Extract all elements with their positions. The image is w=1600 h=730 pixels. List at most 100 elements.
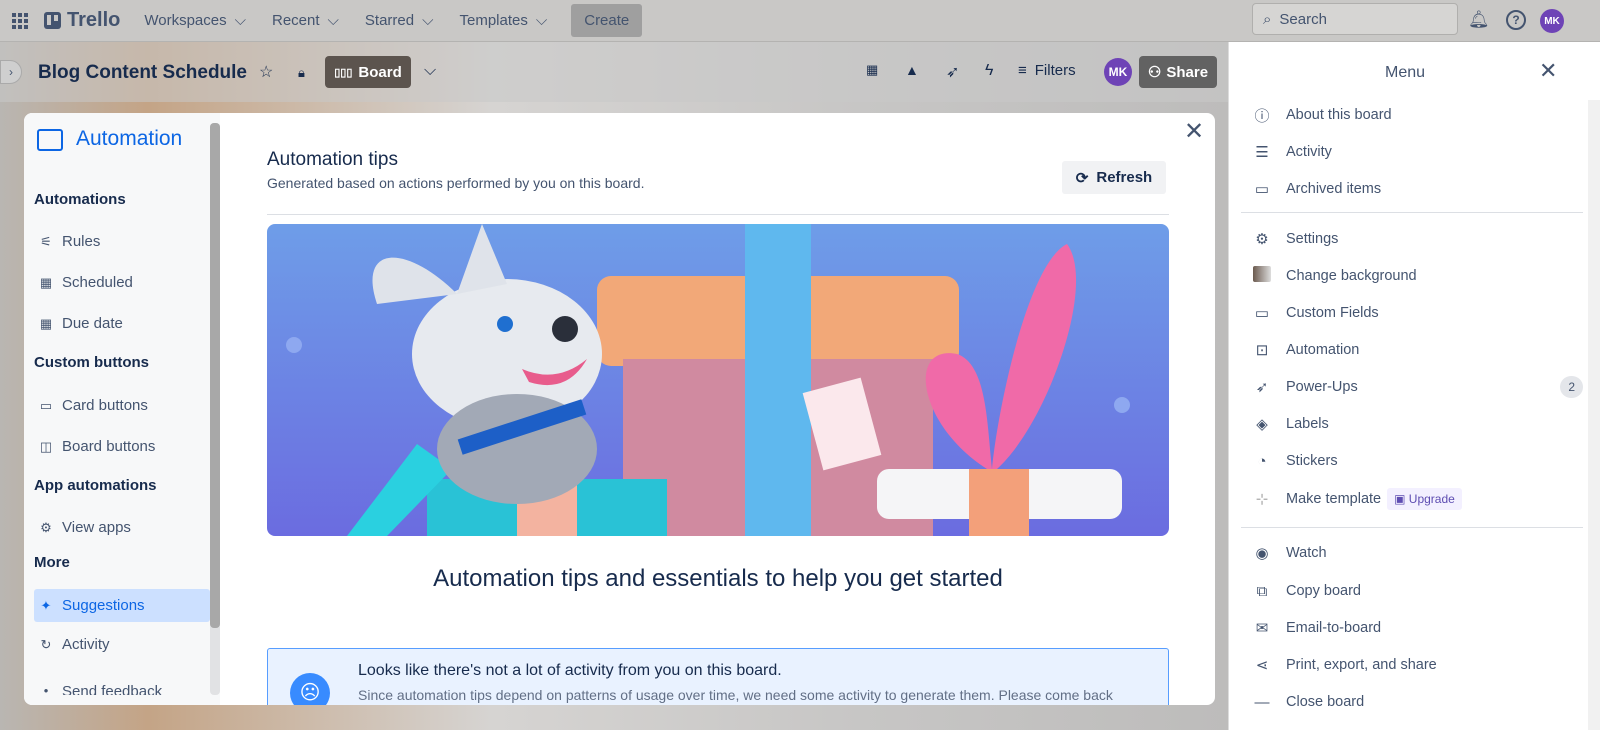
lock-icon[interactable]: 🔒︎	[298, 65, 305, 81]
menu-item-about[interactable]: ⓘ About this board	[1253, 100, 1583, 130]
menu-item-activity[interactable]: ☰ Activity	[1253, 137, 1583, 167]
menu-scrollbar[interactable]	[1588, 100, 1600, 730]
menu-item-settings[interactable]: ⚙ Settings	[1253, 224, 1583, 254]
refresh-icon: ↻	[40, 636, 52, 652]
nav-workspaces[interactable]: Workspaces ⌵	[144, 12, 246, 29]
sidebar-item-due-date[interactable]: ▦ Due date	[34, 307, 210, 340]
board-view-button[interactable]: ▯▯▯ Board	[325, 56, 411, 88]
search-input[interactable]: ⌕ Search	[1252, 3, 1458, 35]
sticker-icon: ◔	[1257, 452, 1267, 470]
refresh-label: Refresh	[1096, 169, 1153, 186]
nav-templates[interactable]: Templates ⌵	[459, 12, 547, 29]
minus-icon: —	[1254, 693, 1270, 711]
calendar-icon: ▦	[39, 315, 53, 331]
chevron-down-icon[interactable]: ⌵	[424, 62, 436, 80]
item-label: Activity	[62, 636, 110, 653]
automation-sidebar: Automation Automations ⚟ Rules ▦ Scheduled…	[24, 113, 220, 705]
nav-label: Starred	[364, 12, 415, 29]
briefcase-icon: ▣	[1394, 492, 1409, 506]
divider	[267, 214, 1169, 215]
notifications-icon[interactable]: 🔔︎	[1468, 10, 1490, 30]
sidebar-item-rules[interactable]: ⚟ Rules	[34, 225, 210, 258]
automation-robot-icon: ⊡	[1255, 342, 1269, 359]
menu-item-stickers[interactable]: ◔ Stickers	[1253, 446, 1583, 476]
menu-item-watch[interactable]: ◉ Watch	[1253, 538, 1583, 568]
menu-item-close-board[interactable]: — Close board	[1253, 687, 1583, 717]
background-thumbnail-icon	[1253, 266, 1271, 286]
calendar-icon[interactable]: ▦	[866, 62, 878, 78]
sidebar-item-board-buttons[interactable]: ◫ Board buttons	[34, 430, 210, 463]
menu-item-copy-board[interactable]: ⧉ Copy board	[1253, 576, 1583, 606]
app-switcher-icon[interactable]	[12, 12, 28, 29]
chevron-down-icon: ⌵	[535, 12, 548, 29]
rocket-icon: ➶	[1255, 379, 1269, 396]
item-label: Scheduled	[62, 274, 133, 291]
automation-modal: Automation Automations ⚟ Rules ▦ Scheduled…	[24, 113, 1215, 705]
upgrade-badge[interactable]: ▣ Upgrade	[1387, 488, 1462, 510]
menu-item-change-background[interactable]: Change background	[1253, 261, 1583, 291]
divider	[1241, 527, 1583, 528]
trello-icon	[44, 12, 61, 29]
archive-icon: ▭	[1254, 181, 1270, 198]
nav-starred[interactable]: Starred ⌵	[365, 12, 434, 29]
drive-icon[interactable]: ▲	[905, 62, 919, 78]
board-title[interactable]: Blog Content Schedule	[38, 62, 247, 84]
sidebar-scroll-thumb[interactable]	[210, 123, 220, 628]
automation-bolt-icon[interactable]: ϟ	[985, 62, 993, 80]
sidebar-item-card-buttons[interactable]: ▭ Card buttons	[34, 389, 210, 422]
item-label: Suggestions	[62, 597, 145, 614]
menu-label: Automation	[1286, 342, 1360, 358]
sidebar-item-scheduled[interactable]: ▦ Scheduled	[34, 266, 210, 299]
menu-label: Copy board	[1286, 583, 1361, 599]
section-app-automations: App automations	[34, 477, 157, 494]
upgrade-label: Upgrade	[1408, 492, 1455, 506]
menu-item-power-ups[interactable]: ➶ Power-Ups 2	[1253, 372, 1583, 402]
nav-label: Templates	[459, 12, 528, 29]
menu-item-email-to-board[interactable]: ✉ Email-to-board	[1253, 613, 1583, 643]
gear-icon: ⚙	[40, 519, 52, 535]
close-icon[interactable]: ✕	[1184, 117, 1204, 146]
user-avatar[interactable]: MK	[1540, 9, 1564, 33]
create-button[interactable]: Create	[571, 4, 643, 37]
sidebar-item-activity[interactable]: ↻ Activity	[34, 628, 210, 661]
menu-label: Power-Ups	[1286, 379, 1358, 395]
menu-item-make-template[interactable]: ⊹ Make template ▣ Upgrade	[1253, 484, 1583, 514]
filter-icon: ≡	[1018, 62, 1027, 79]
item-label: Due date	[62, 315, 123, 332]
filters-label: Filters	[1034, 62, 1076, 79]
star-icon[interactable]: ☆	[259, 62, 273, 82]
template-icon: ⊹	[1255, 491, 1269, 508]
activity-list-icon: ☰	[1255, 144, 1269, 161]
menu-label: Email-to-board	[1286, 620, 1382, 636]
menu-item-archived[interactable]: ▭ Archived items	[1253, 174, 1583, 204]
nav-label: Recent	[272, 12, 320, 29]
illustration-svg	[286, 224, 1130, 536]
refresh-button[interactable]: ⟳ Refresh	[1062, 161, 1166, 194]
close-menu-icon[interactable]: ✕	[1539, 58, 1557, 84]
gear-icon: ⚙	[1255, 231, 1269, 248]
menu-item-custom-fields[interactable]: ▭ Custom Fields	[1253, 298, 1583, 328]
share-button[interactable]: ⚇ Share	[1139, 56, 1217, 88]
board-view-label: Board	[358, 63, 402, 81]
item-label: Board buttons	[62, 438, 156, 455]
member-avatar[interactable]: MK	[1104, 58, 1132, 86]
nav-recent[interactable]: Recent ⌵	[272, 12, 339, 29]
eye-icon: ◉	[1255, 545, 1269, 562]
power-ups-icon[interactable]: ➶	[946, 62, 959, 82]
sidebar-item-suggestions[interactable]: ✦ Suggestions	[34, 589, 210, 622]
sliders-icon: ⚟	[40, 233, 52, 249]
menu-item-automation[interactable]: ⊡ Automation	[1253, 335, 1583, 365]
menu-label: Archived items	[1286, 181, 1382, 197]
menu-label: Change background	[1286, 268, 1417, 284]
menu-item-print-export-share[interactable]: ⋖ Print, export, and share	[1253, 650, 1583, 680]
help-icon[interactable]: ?	[1506, 10, 1526, 30]
tips-subtitle: Generated based on actions performed by …	[267, 175, 645, 191]
trello-logo[interactable]: Trello	[44, 9, 120, 32]
filters-button[interactable]: ≡ Filters	[1018, 62, 1076, 79]
tips-headline: Automation tips and essentials to help y…	[433, 565, 1003, 592]
sidebar-item-send-feedback[interactable]: • Send feedback	[34, 683, 210, 695]
automation-robot-icon	[37, 129, 63, 151]
menu-label: Print, export, and share	[1286, 657, 1437, 673]
menu-item-labels[interactable]: ◈ Labels	[1253, 409, 1583, 439]
sidebar-item-view-apps[interactable]: ⚙ View apps	[34, 511, 210, 544]
